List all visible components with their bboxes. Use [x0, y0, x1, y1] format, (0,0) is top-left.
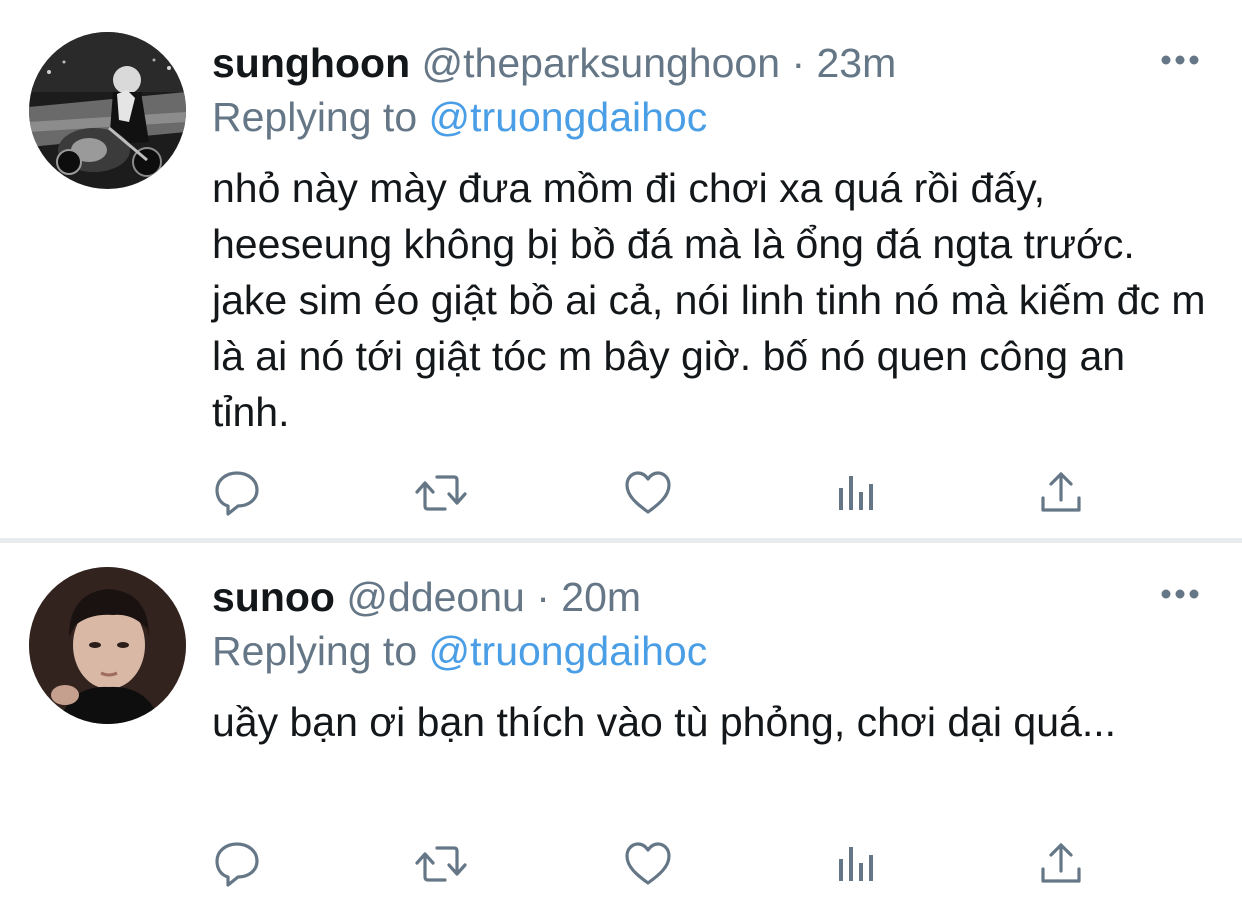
analytics-bars-icon [839, 476, 873, 510]
tweet-1[interactable]: sunghoon @theparksunghoon · 23m Replying… [0, 0, 1242, 540]
analytics-button[interactable] [826, 463, 886, 523]
display-name[interactable]: sunoo [212, 574, 335, 620]
tweet-divider [0, 538, 1242, 543]
tweet-text: uầy bạn ơi bạn thích vào tù phỏng, chơi … [212, 699, 1117, 745]
more-horizontal-icon[interactable] [1160, 588, 1200, 600]
avatar[interactable] [29, 567, 186, 724]
retweet-button[interactable] [411, 463, 471, 523]
reply-bubble-icon [215, 842, 259, 887]
share-upload-icon [1041, 472, 1081, 512]
tweet-header: sunghoon @theparksunghoon · 23m [212, 39, 896, 87]
tweet-text: nhỏ này mày đưa mồm đi chơi xa quá rồi đ… [212, 165, 1206, 435]
tweet-2[interactable]: sunoo @ddeonu · 20m Replying to @truongd… [0, 545, 1242, 915]
timestamp[interactable]: 20m [561, 574, 641, 620]
like-button[interactable] [618, 463, 678, 523]
share-button[interactable] [1031, 463, 1091, 523]
heart-icon [625, 471, 671, 514]
share-button[interactable] [1031, 834, 1091, 894]
analytics-bars-icon [839, 847, 873, 881]
replying-to-mention[interactable]: @truongdaihoc [429, 628, 708, 674]
user-handle[interactable]: @ddeonu [346, 574, 524, 620]
tweet-actions [0, 834, 1242, 894]
more-horizontal-icon[interactable] [1160, 54, 1200, 66]
tweet-actions [0, 463, 1242, 523]
separator-dot: · [536, 574, 550, 620]
retweet-icon [415, 846, 467, 882]
heart-icon [625, 842, 671, 885]
replying-to: Replying to @truongdaihoc [212, 627, 707, 675]
retweet-icon [415, 475, 467, 511]
analytics-button[interactable] [826, 834, 886, 894]
avatar-photo [29, 567, 186, 724]
reply-button[interactable] [207, 463, 267, 523]
tweet-header: sunoo @ddeonu · 20m [212, 573, 641, 621]
replying-to-mention[interactable]: @truongdaihoc [429, 94, 708, 140]
share-upload-icon [1041, 843, 1081, 883]
replying-to: Replying to @truongdaihoc [212, 93, 707, 141]
retweet-button[interactable] [411, 834, 471, 894]
reply-button[interactable] [207, 834, 267, 894]
display-name[interactable]: sunghoon [212, 40, 410, 86]
avatar-photo [29, 32, 186, 189]
replying-to-label: Replying to [212, 94, 418, 140]
timestamp[interactable]: 23m [817, 40, 897, 86]
like-button[interactable] [618, 834, 678, 894]
avatar[interactable] [29, 32, 186, 189]
user-handle[interactable]: @theparksunghoon [422, 40, 781, 86]
reply-bubble-icon [215, 471, 259, 516]
separator-dot: · [791, 40, 806, 86]
replying-to-label: Replying to [212, 628, 418, 674]
